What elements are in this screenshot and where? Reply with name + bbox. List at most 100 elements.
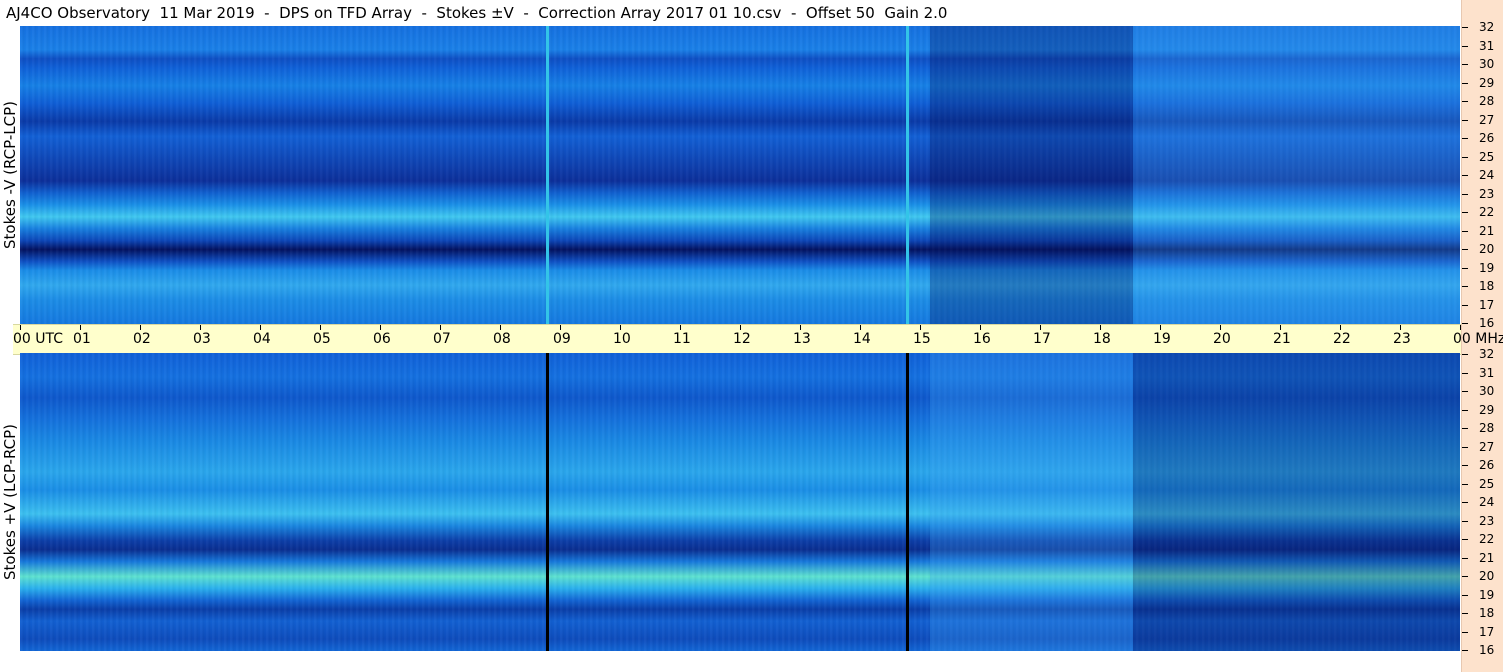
time-axis-label: 01 <box>73 331 91 347</box>
top-freq-tick <box>1462 175 1468 176</box>
top-freq-label: 25 <box>1479 149 1495 164</box>
bottom-freq-label: 23 <box>1479 513 1495 528</box>
top-panel-dark-region <box>930 26 1133 324</box>
top-freq-label: 21 <box>1479 223 1495 238</box>
time-tick <box>1160 325 1161 330</box>
time-axis: 00 UTC 01 02 03 04 05 06 07 08 09 10 11 12 13 14 15 16 17… <box>13 324 1503 355</box>
bottom-freq-tick <box>1462 539 1468 540</box>
top-freq-tick <box>1462 45 1468 47</box>
bottom-marker-line-2 <box>906 353 909 651</box>
bottom-freq-tick <box>1462 557 1468 559</box>
time-tick <box>320 325 321 330</box>
top-freq-label: 16 <box>1479 316 1495 330</box>
time-axis-label: 06 <box>373 331 391 347</box>
time-axis-label: 09 <box>553 331 571 347</box>
top-freq-tick <box>1462 138 1468 139</box>
time-axis-label: 14 <box>853 331 871 347</box>
top-marker-line-1 <box>546 26 549 324</box>
time-axis-label: 13 <box>793 331 811 347</box>
top-freq-tick <box>1462 323 1468 324</box>
window-title: AJ4CO Observatory 11 Mar 2019 - DPS on T… <box>6 4 948 22</box>
time-axis-label: 18 <box>1093 331 1111 347</box>
bottom-freq-tick <box>1462 428 1468 429</box>
bottom-freq-label: 21 <box>1479 550 1495 565</box>
bottom-panel-light-region <box>930 353 1133 651</box>
bottom-freq-label: 32 <box>1479 347 1495 361</box>
top-freq-label: 23 <box>1479 186 1495 201</box>
bottom-freq-tick <box>1462 483 1468 485</box>
bottom-freq-label: 26 <box>1479 458 1495 472</box>
time-axis-label: 00 UTC <box>13 331 64 347</box>
bottom-freq-label: 20 <box>1479 569 1495 583</box>
top-freq-tick <box>1462 101 1468 102</box>
spectrogram-top-panel <box>20 26 1460 324</box>
top-freq-label: 20 <box>1479 242 1495 256</box>
top-freq-label: 31 <box>1479 38 1495 53</box>
time-axis-label: 15 <box>913 331 931 347</box>
time-tick <box>1340 325 1341 330</box>
time-axis-label: 21 <box>1273 331 1291 347</box>
time-axis-label: 10 <box>613 331 631 347</box>
bottom-freq-tick <box>1462 372 1468 374</box>
bottom-freq-tick <box>1462 613 1468 614</box>
bottom-freq-tick <box>1462 576 1468 577</box>
time-axis-label: 00 MHz <box>1453 331 1503 347</box>
bottom-freq-label: 18 <box>1479 606 1495 620</box>
bottom-freq-tick <box>1462 594 1468 596</box>
top-freq-label: 27 <box>1479 112 1495 127</box>
bottom-panel-dark-region <box>1133 353 1460 651</box>
top-freq-label: 32 <box>1479 20 1495 34</box>
bottom-freq-tick <box>1462 409 1468 411</box>
top-freq-tick <box>1462 119 1468 121</box>
bottom-freq-label: 24 <box>1479 495 1495 509</box>
bottom-freq-label: 16 <box>1479 643 1495 657</box>
bottom-panel-ylabel: Stokes +V (LCP-RCP) <box>1 424 19 580</box>
time-tick <box>620 325 621 330</box>
time-tick <box>380 325 381 330</box>
top-freq-tick <box>1462 304 1468 306</box>
time-axis-label: 17 <box>1033 331 1051 347</box>
time-tick <box>1400 325 1401 330</box>
top-freq-tick <box>1462 27 1468 28</box>
time-axis-label: 23 <box>1393 331 1411 347</box>
bottom-freq-tick <box>1462 631 1468 633</box>
bottom-freq-label: 30 <box>1479 384 1495 398</box>
bottom-freq-label: 25 <box>1479 476 1495 491</box>
top-freq-label: 30 <box>1479 57 1495 71</box>
top-freq-tick <box>1462 156 1468 158</box>
time-tick <box>20 325 21 330</box>
bottom-freq-tick <box>1462 354 1468 355</box>
bottom-freq-tick <box>1462 520 1468 522</box>
time-axis-label: 22 <box>1333 331 1351 347</box>
time-axis-label: 02 <box>133 331 151 347</box>
bottom-freq-label: 19 <box>1479 587 1495 602</box>
time-tick <box>140 325 141 330</box>
top-freq-label: 24 <box>1479 168 1495 182</box>
top-freq-tick <box>1462 212 1468 213</box>
time-axis-label: 03 <box>193 331 211 347</box>
spectrogram-bottom-panel <box>20 353 1460 651</box>
time-tick <box>440 325 441 330</box>
time-tick <box>1460 325 1461 330</box>
bottom-freq-label: 31 <box>1479 365 1495 380</box>
top-panel-light-region <box>1133 26 1460 324</box>
bottom-freq-label: 17 <box>1479 624 1495 639</box>
time-tick <box>260 325 261 330</box>
time-tick <box>200 325 201 330</box>
bottom-freq-label: 29 <box>1479 402 1495 417</box>
time-tick <box>500 325 501 330</box>
time-tick <box>80 325 81 330</box>
time-tick <box>680 325 681 330</box>
time-tick <box>560 325 561 330</box>
time-axis-label: 11 <box>673 331 691 347</box>
top-freq-tick <box>1462 82 1468 84</box>
bottom-freq-label: 28 <box>1479 421 1495 435</box>
top-freq-label: 29 <box>1479 75 1495 90</box>
top-freq-label: 18 <box>1479 279 1495 293</box>
top-freq-label: 17 <box>1479 297 1495 312</box>
time-axis-label: 05 <box>313 331 331 347</box>
bottom-freq-label: 22 <box>1479 532 1495 546</box>
top-freq-tick <box>1462 249 1468 250</box>
time-tick <box>740 325 741 330</box>
top-freq-tick <box>1462 230 1468 232</box>
